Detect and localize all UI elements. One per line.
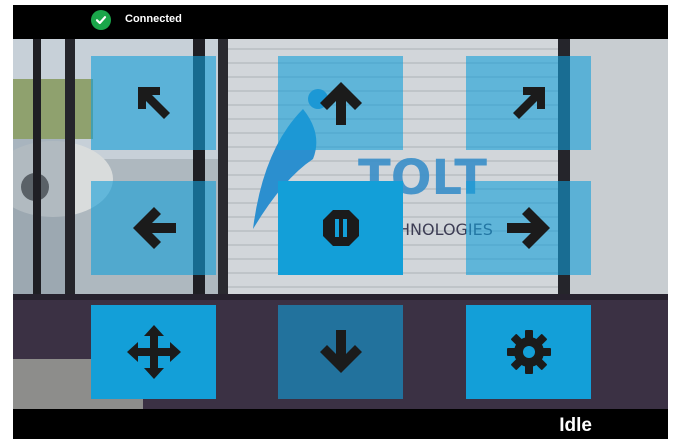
move-right-button[interactable] [466, 181, 591, 275]
robot-control-screen: Connected TOLT HNOLOGIES Idle [13, 5, 668, 439]
move-up-button[interactable] [278, 56, 403, 150]
arrow-left-icon [132, 207, 176, 249]
arrow-up-icon [319, 82, 362, 125]
move-icon [126, 325, 181, 379]
settings-button[interactable] [466, 305, 591, 399]
gear-icon [506, 330, 551, 374]
move-down-button[interactable] [278, 305, 403, 399]
move-up-left-button[interactable] [91, 56, 216, 150]
move-mode-button[interactable] [91, 305, 216, 399]
camera-feed: TOLT HNOLOGIES [13, 39, 668, 409]
check-circle-icon [91, 10, 111, 30]
top-status-bar: Connected [13, 5, 668, 39]
pause-icon [322, 210, 359, 246]
arrow-down-icon [319, 330, 362, 373]
arrow-right-icon [506, 207, 550, 249]
arrow-up-left-icon [137, 87, 170, 119]
connection-status-text: Connected [125, 13, 182, 25]
move-left-button[interactable] [91, 181, 216, 275]
bottom-status-bar: Idle [13, 409, 668, 439]
arrow-up-right-icon [512, 87, 545, 119]
robot-state-text: Idle [559, 415, 592, 436]
move-up-right-button[interactable] [466, 56, 591, 150]
stop-button[interactable] [278, 181, 403, 275]
